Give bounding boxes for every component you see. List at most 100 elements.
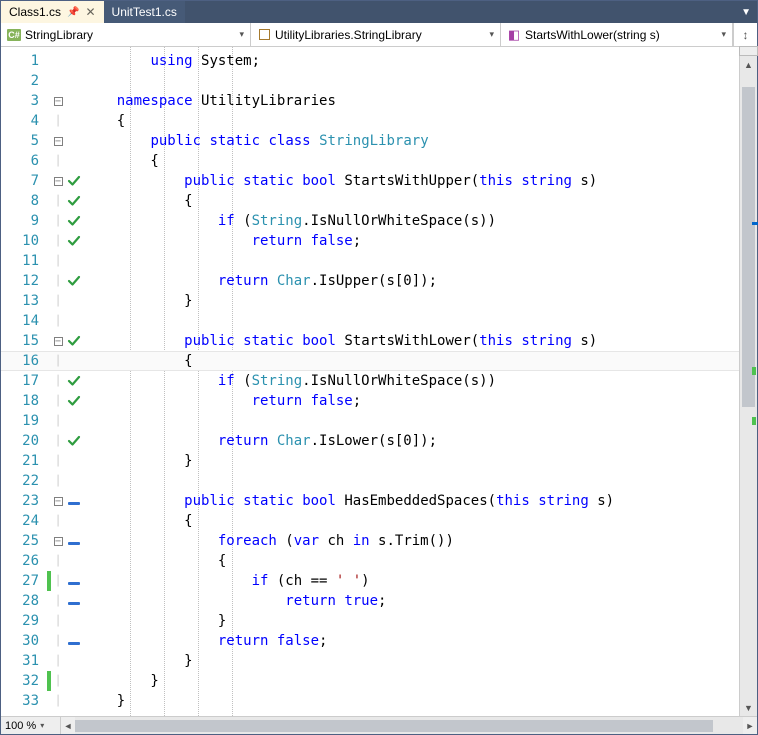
code-line[interactable]: 13│ } xyxy=(1,291,739,311)
code-line[interactable]: 19│ xyxy=(1,411,739,431)
code-text[interactable]: using System; xyxy=(83,53,260,69)
code-text[interactable]: { xyxy=(83,353,193,369)
code-line[interactable]: 3− namespace UtilityLibraries xyxy=(1,91,739,111)
nav-class-dropdown[interactable]: UtilityLibraries.StringLibrary ▾ xyxy=(251,23,501,46)
code-text[interactable]: } xyxy=(83,293,193,309)
code-line[interactable]: 14│ xyxy=(1,311,739,331)
code-text[interactable]: { xyxy=(83,193,193,209)
code-line[interactable]: 32│ } xyxy=(1,671,739,691)
code-line[interactable]: 24│ { xyxy=(1,511,739,531)
code-text[interactable]: if (String.IsNullOrWhiteSpace(s)) xyxy=(83,373,496,389)
code-line[interactable]: 10│ return false; xyxy=(1,231,739,251)
code-text[interactable]: public static bool StartsWithLower(this … xyxy=(83,333,597,349)
swap-button[interactable]: ↕ xyxy=(733,23,757,46)
tab-class1[interactable]: Class1.cs 📌 ✕ xyxy=(1,1,104,23)
tab-label: UnitTest1.cs xyxy=(112,5,177,19)
horizontal-scrollbar[interactable] xyxy=(75,717,743,734)
code-line[interactable]: 31│ } xyxy=(1,651,739,671)
code-line[interactable]: 26│ { xyxy=(1,551,739,571)
close-icon[interactable]: ✕ xyxy=(85,5,95,19)
code-line[interactable]: 15− public static bool StartsWithLower(t… xyxy=(1,331,739,351)
code-text[interactable]: } xyxy=(83,673,159,689)
fold-toggle: │ xyxy=(51,516,65,527)
code-text[interactable]: public static bool StartsWithUpper(this … xyxy=(83,173,597,189)
scroll-up-icon[interactable]: ▲ xyxy=(740,57,757,73)
code-line[interactable]: 16│ { xyxy=(1,351,739,371)
code-text[interactable]: return Char.IsLower(s[0]); xyxy=(83,433,437,449)
line-number: 6 xyxy=(1,153,47,169)
scroll-down-icon[interactable]: ▼ xyxy=(740,700,757,716)
code-text[interactable]: } xyxy=(83,653,193,669)
pin-icon[interactable]: 📌 xyxy=(67,7,79,18)
code-text[interactable]: if (String.IsNullOrWhiteSpace(s)) xyxy=(83,213,496,229)
code-text[interactable]: { xyxy=(83,113,125,129)
method-icon: ◧ xyxy=(507,28,521,42)
code-line[interactable]: 17│ if (String.IsNullOrWhiteSpace(s)) xyxy=(1,371,739,391)
code-line[interactable]: 33│ } xyxy=(1,691,739,711)
coverage-check-icon xyxy=(65,214,83,229)
code-line[interactable]: 6│ { xyxy=(1,151,739,171)
fold-toggle[interactable]: − xyxy=(51,136,65,147)
code-line[interactable]: 11│ xyxy=(1,251,739,271)
code-line[interactable]: 20│ return Char.IsLower(s[0]); xyxy=(1,431,739,451)
code-text[interactable]: } xyxy=(83,693,125,709)
line-number: 25 xyxy=(1,533,47,549)
code-line[interactable]: 28│ return true; xyxy=(1,591,739,611)
code-text[interactable]: { xyxy=(83,513,193,529)
code-text[interactable]: return true; xyxy=(83,593,386,609)
code-line[interactable]: 1 using System; xyxy=(1,51,739,71)
code-line[interactable]: 2 xyxy=(1,71,739,91)
code-line[interactable]: 12│ return Char.IsUpper(s[0]); xyxy=(1,271,739,291)
zoom-dropdown[interactable]: 100 % ▾ xyxy=(1,717,61,734)
scroll-left-icon[interactable]: ◄ xyxy=(61,721,75,731)
fold-toggle[interactable]: − xyxy=(51,176,65,187)
code-line[interactable]: 4│ { xyxy=(1,111,739,131)
code-text[interactable]: { xyxy=(83,553,226,569)
code-text[interactable]: return false; xyxy=(83,633,327,649)
status-bar: 100 % ▾ ◄ ► xyxy=(1,716,757,734)
code-text[interactable]: namespace UtilityLibraries xyxy=(83,93,336,109)
class-icon xyxy=(257,28,271,42)
code-text[interactable]: } xyxy=(83,453,193,469)
code-line[interactable]: 7− public static bool StartsWithUpper(th… xyxy=(1,171,739,191)
code-text[interactable]: return Char.IsUpper(s[0]); xyxy=(83,273,437,289)
code-line[interactable]: 23− public static bool HasEmbeddedSpaces… xyxy=(1,491,739,511)
coverage-check-icon xyxy=(65,274,83,289)
code-text[interactable]: public static class StringLibrary xyxy=(83,133,429,149)
tab-unittest1[interactable]: UnitTest1.cs xyxy=(104,1,185,23)
line-number: 16 xyxy=(1,353,47,369)
code-line[interactable]: 27│ if (ch == ' ') xyxy=(1,571,739,591)
scrollbar-thumb[interactable] xyxy=(742,87,755,407)
code-line[interactable]: 21│ } xyxy=(1,451,739,471)
code-line[interactable]: 25− foreach (var ch in s.Trim()) xyxy=(1,531,739,551)
line-number: 5 xyxy=(1,133,47,149)
code-text[interactable]: return false; xyxy=(83,233,361,249)
line-number: 17 xyxy=(1,373,47,389)
split-handle[interactable] xyxy=(739,46,758,56)
code-text[interactable]: return false; xyxy=(83,393,361,409)
scroll-right-icon[interactable]: ► xyxy=(743,721,757,731)
tab-overflow-button[interactable]: ▼ xyxy=(735,1,757,23)
fold-toggle[interactable]: − xyxy=(51,496,65,507)
vertical-scrollbar[interactable]: ▲ ▼ xyxy=(739,47,757,716)
scrollbar-thumb[interactable] xyxy=(75,720,713,732)
coverage-check-icon xyxy=(65,434,83,449)
code-line[interactable]: 29│ } xyxy=(1,611,739,631)
fold-toggle[interactable]: − xyxy=(51,96,65,107)
code-editor[interactable]: 1 using System;23− namespace UtilityLibr… xyxy=(1,47,757,716)
code-text[interactable]: public static bool HasEmbeddedSpaces(thi… xyxy=(83,493,614,509)
code-line[interactable]: 5− public static class StringLibrary xyxy=(1,131,739,151)
code-text[interactable]: if (ch == ' ') xyxy=(83,573,370,589)
fold-toggle[interactable]: − xyxy=(51,336,65,347)
code-line[interactable]: 22│ xyxy=(1,471,739,491)
code-text[interactable]: } xyxy=(83,613,226,629)
code-text[interactable]: { xyxy=(83,153,159,169)
code-line[interactable]: 9│ if (String.IsNullOrWhiteSpace(s)) xyxy=(1,211,739,231)
code-line[interactable]: 30│ return false; xyxy=(1,631,739,651)
code-text[interactable]: foreach (var ch in s.Trim()) xyxy=(83,533,454,549)
nav-member-dropdown[interactable]: ◧ StartsWithLower(string s) ▾ xyxy=(501,23,733,46)
nav-project-dropdown[interactable]: C# StringLibrary ▾ xyxy=(1,23,251,46)
code-line[interactable]: 18│ return false; xyxy=(1,391,739,411)
code-line[interactable]: 8│ { xyxy=(1,191,739,211)
fold-toggle[interactable]: − xyxy=(51,536,65,547)
